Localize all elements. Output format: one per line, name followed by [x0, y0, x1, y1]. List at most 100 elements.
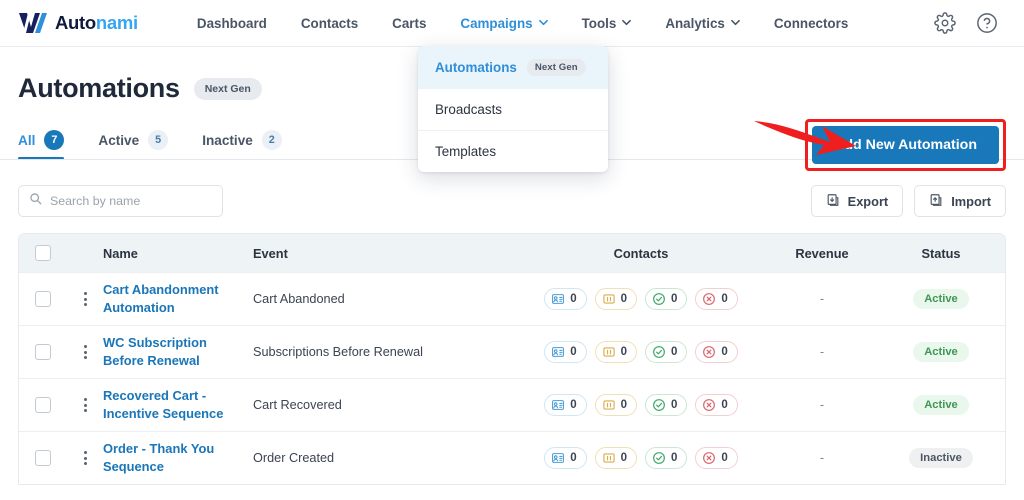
row-revenue-cell: - [767, 290, 877, 308]
x-circle-icon [703, 399, 716, 411]
contact-card-icon [552, 453, 565, 463]
nav-item-analytics-label: Analytics [665, 15, 725, 31]
row-event-cell: Cart Abandoned [253, 290, 515, 308]
export-button[interactable]: Export [810, 185, 904, 217]
contacts-paused-value: 0 [620, 452, 627, 464]
select-all-checkbox[interactable] [35, 245, 51, 261]
contacts-failed-pill[interactable]: 0 [695, 288, 738, 310]
dropdown-item-broadcasts[interactable]: Broadcasts [418, 89, 608, 131]
nav-item-analytics[interactable]: Analytics [648, 2, 757, 45]
contacts-queued-pill[interactable]: 0 [544, 341, 587, 363]
dropdown-item-automations[interactable]: Automations Next Gen [418, 46, 608, 89]
contacts-paused-pill[interactable]: 0 [594, 288, 637, 310]
contacts-queued-pill[interactable]: 0 [544, 394, 587, 416]
row-actions-menu-icon[interactable] [83, 398, 87, 412]
dropdown-item-automations-label: Automations [435, 60, 517, 75]
table-row: Cart Abandonment Automation Cart Abandon… [19, 272, 1005, 325]
automations-table: Name Event Contacts Revenue Status Cart … [18, 233, 1006, 485]
automation-link[interactable]: Recovered Cart - Incentive Sequence [103, 388, 223, 421]
automation-link[interactable]: WC Subscription Before Renewal [103, 335, 207, 368]
row-select-cell [19, 450, 67, 466]
tab-active[interactable]: Active 5 [98, 130, 169, 160]
row-status-cell: Active [877, 342, 1005, 362]
contacts-queued-pill[interactable]: 0 [544, 447, 587, 469]
row-contacts-cell: 0 0 0 0 [515, 447, 767, 469]
search-box[interactable] [18, 185, 223, 217]
row-actions-menu-icon[interactable] [83, 451, 87, 465]
contact-card-icon [552, 400, 565, 410]
nav-item-carts[interactable]: Carts [375, 2, 443, 45]
gear-icon[interactable] [934, 12, 956, 34]
brand-logo[interactable]: Autonami [18, 11, 138, 35]
contacts-failed-pill[interactable]: 0 [695, 341, 738, 363]
tab-all[interactable]: All 7 [18, 130, 65, 160]
nav-item-dashboard[interactable]: Dashboard [180, 2, 284, 45]
nav-item-contacts[interactable]: Contacts [284, 2, 375, 45]
row-menu-cell [67, 398, 103, 412]
nav-item-dashboard-label: Dashboard [196, 15, 267, 31]
chevron-down-icon [730, 18, 740, 27]
nav-item-tools[interactable]: Tools [565, 2, 649, 45]
dropdown-item-templates-label: Templates [435, 144, 497, 159]
row-revenue-cell: - [767, 343, 877, 361]
event-label: Cart Recovered [253, 398, 342, 412]
row-checkbox[interactable] [35, 344, 51, 360]
search-input[interactable] [50, 194, 212, 208]
check-circle-icon [653, 346, 665, 358]
brand-name-part2: nami [95, 11, 138, 33]
row-name-cell: Order - Thank You Sequence [103, 440, 253, 476]
search-icon [29, 192, 42, 210]
contacts-completed-pill[interactable]: 0 [645, 394, 688, 416]
row-actions-menu-icon[interactable] [83, 345, 87, 359]
tab-all-count: 7 [44, 130, 65, 150]
status-badge: Active [913, 395, 969, 415]
annotation-arrow-icon [754, 121, 856, 155]
contacts-paused-pill[interactable]: 0 [594, 394, 637, 416]
contact-card-icon [552, 294, 565, 304]
check-circle-icon [653, 293, 665, 305]
row-status-cell: Active [877, 289, 1005, 309]
contacts-paused-pill[interactable]: 0 [594, 447, 637, 469]
nav-item-connectors[interactable]: Connectors [757, 2, 865, 45]
row-name-cell: Recovered Cart - Incentive Sequence [103, 387, 253, 423]
row-checkbox[interactable] [35, 450, 51, 466]
column-header-name: Name [103, 245, 138, 261]
contacts-failed-value: 0 [721, 452, 728, 464]
contacts-completed-pill[interactable]: 0 [645, 341, 688, 363]
contacts-queued-pill[interactable]: 0 [544, 288, 587, 310]
contacts-paused-value: 0 [620, 293, 627, 305]
automation-link[interactable]: Order - Thank You Sequence [103, 441, 214, 474]
import-button[interactable]: Import [914, 185, 1006, 217]
contacts-completed-value: 0 [671, 293, 678, 305]
nav-item-campaigns[interactable]: Campaigns [443, 2, 564, 45]
contacts-paused-pill[interactable]: 0 [594, 341, 637, 363]
row-select-cell [19, 291, 67, 307]
nav-item-campaigns-label: Campaigns [460, 15, 533, 31]
import-label: Import [951, 193, 991, 209]
row-checkbox[interactable] [35, 291, 51, 307]
event-label: Order Created [253, 451, 335, 465]
contacts-failed-pill[interactable]: 0 [695, 394, 738, 416]
contacts-completed-pill[interactable]: 0 [645, 447, 688, 469]
help-circle-icon[interactable] [976, 12, 998, 34]
export-icon [826, 193, 840, 210]
automation-link[interactable]: Cart Abandonment Automation [103, 282, 219, 315]
row-contacts-cell: 0 0 0 0 [515, 288, 767, 310]
contacts-completed-pill[interactable]: 0 [645, 288, 688, 310]
pause-icon [602, 400, 615, 410]
pause-icon [602, 453, 615, 463]
row-actions-menu-icon[interactable] [83, 292, 87, 306]
check-circle-icon [653, 399, 665, 411]
contacts-paused-value: 0 [620, 399, 627, 411]
import-icon [929, 193, 943, 210]
tab-inactive[interactable]: Inactive 2 [202, 130, 282, 160]
contacts-failed-pill[interactable]: 0 [695, 447, 738, 469]
check-circle-icon [653, 452, 665, 464]
row-checkbox[interactable] [35, 397, 51, 413]
dropdown-item-templates[interactable]: Templates [418, 131, 608, 172]
x-circle-icon [703, 293, 716, 305]
contacts-completed-value: 0 [671, 346, 678, 358]
row-contacts-cell: 0 0 0 0 [515, 341, 767, 363]
app-root: Autonami Dashboard Contacts Carts Campai… [0, 0, 1024, 500]
tab-active-count: 5 [148, 130, 169, 150]
